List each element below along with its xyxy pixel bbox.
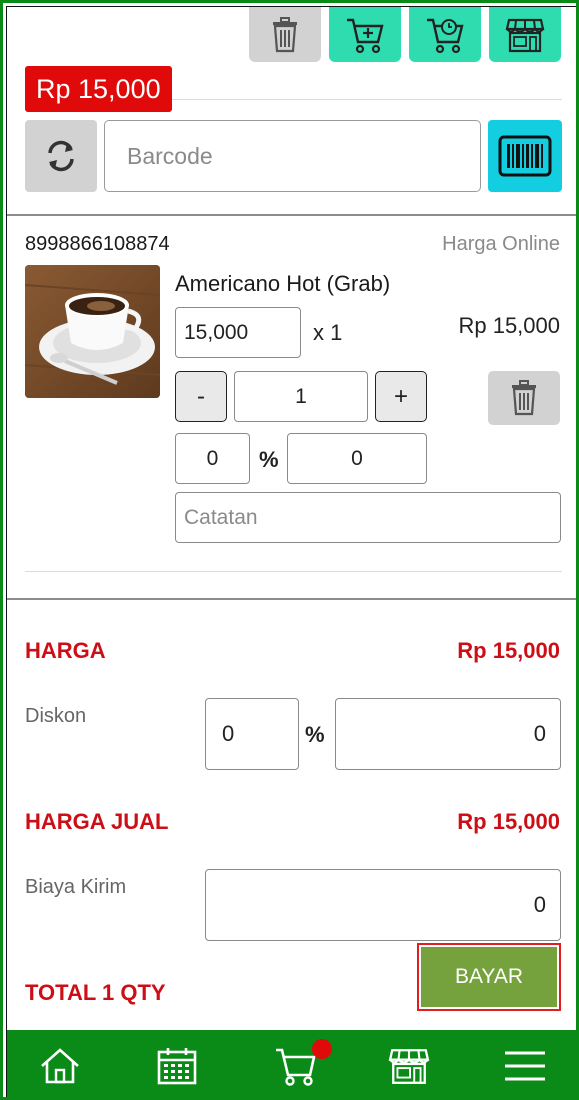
- menu-icon: [505, 1051, 545, 1080]
- section-divider: [7, 598, 576, 600]
- product-name: Americano Hot (Grab): [175, 271, 391, 296]
- item-note-input[interactable]: [175, 492, 561, 543]
- nav-menu[interactable]: [485, 1030, 565, 1097]
- cart-schedule-icon: [427, 18, 464, 53]
- barcode-scan-icon: [498, 135, 552, 177]
- pay-button-label: BAYAR: [421, 947, 557, 1007]
- line-total: Rp 15,000: [458, 313, 560, 338]
- cart-add-icon: [347, 18, 384, 53]
- item-discount-percent-input[interactable]: [175, 433, 250, 484]
- bottom-navigation: [7, 1030, 576, 1097]
- cart-total-badge: Rp 15,000: [25, 66, 172, 112]
- product-image: [25, 265, 160, 398]
- item-discount-amount-input[interactable]: [287, 433, 427, 484]
- pay-button[interactable]: BAYAR: [417, 943, 561, 1011]
- harga-jual-label: HARGA JUAL: [25, 809, 169, 834]
- percent-sign: %: [305, 722, 325, 747]
- discount-percent-input[interactable]: [205, 698, 299, 770]
- app-frame: Rp 15,000 8998866108874 Harga O: [0, 0, 579, 1100]
- refresh-button[interactable]: [25, 120, 97, 192]
- add-to-cart-button[interactable]: [329, 7, 401, 62]
- quantity-multiplier: x 1: [313, 320, 343, 345]
- store-button[interactable]: [489, 7, 561, 62]
- nav-calendar[interactable]: [137, 1030, 217, 1097]
- discount-amount-input[interactable]: [335, 698, 561, 770]
- pos-screen: Rp 15,000 8998866108874 Harga O: [6, 6, 576, 1097]
- held-carts-button[interactable]: [409, 7, 481, 62]
- store-icon: [505, 18, 545, 52]
- cart-notification-dot: [312, 1039, 332, 1059]
- biaya-kirim-label: Biaya Kirim: [25, 876, 127, 898]
- divider: [25, 571, 562, 572]
- trash-icon: [512, 380, 536, 416]
- calendar-icon: [157, 1047, 197, 1084]
- decrease-qty-button[interactable]: -: [175, 371, 227, 422]
- refresh-icon: [48, 140, 74, 172]
- harga-jual-value: Rp 15,000: [457, 809, 560, 834]
- nav-store[interactable]: [369, 1030, 449, 1097]
- unit-price-input[interactable]: [175, 307, 301, 358]
- diskon-label: Diskon: [25, 705, 87, 727]
- remove-item-button[interactable]: [488, 371, 560, 425]
- nav-cart[interactable]: [256, 1030, 336, 1097]
- home-icon: [41, 1047, 79, 1083]
- nav-home[interactable]: [20, 1030, 100, 1097]
- total-qty-label: TOTAL 1 QTY: [25, 980, 166, 1005]
- percent-sign: %: [259, 447, 279, 472]
- price-type-label: Harga Online: [442, 233, 560, 255]
- item-sku: 8998866108874: [25, 233, 170, 255]
- store-icon: [388, 1048, 430, 1084]
- increase-qty-button[interactable]: +: [375, 371, 427, 422]
- shipping-cost-input[interactable]: [205, 869, 561, 941]
- trash-icon: [273, 16, 297, 52]
- harga-label: HARGA: [25, 638, 106, 663]
- harga-value: Rp 15,000: [457, 638, 560, 663]
- quantity-input[interactable]: [234, 371, 368, 422]
- scan-barcode-button[interactable]: [488, 120, 562, 192]
- section-divider: [7, 214, 576, 216]
- barcode-input[interactable]: [104, 120, 481, 192]
- clear-cart-button[interactable]: [249, 7, 321, 62]
